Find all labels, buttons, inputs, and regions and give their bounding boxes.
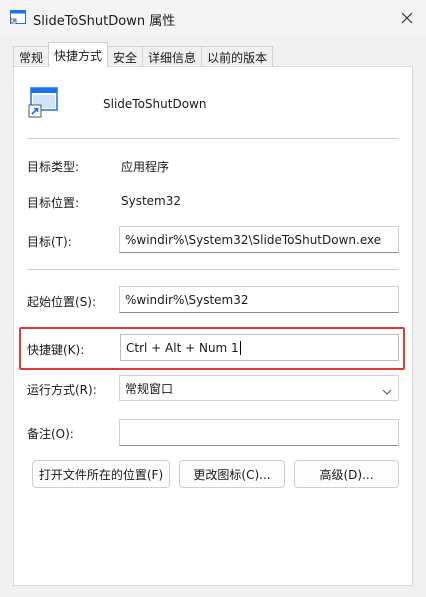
target-type-value: 应用程序 [121, 160, 170, 174]
advanced-button[interactable]: 高级(D)... [294, 460, 399, 488]
text-caret [239, 340, 241, 355]
comment-label: 备注(O): [27, 427, 74, 441]
hotkey-field-value: Ctrl + Alt + Num 1 [126, 340, 239, 355]
tab-general[interactable]: 常规 [13, 46, 50, 67]
tab-panel [13, 66, 413, 586]
tab-security[interactable]: 安全 [107, 46, 144, 67]
open-file-location-button[interactable]: 打开文件所在的位置(F) [32, 460, 170, 488]
tab-shortcut[interactable]: 快捷方式 [48, 42, 109, 67]
divider [28, 269, 398, 270]
comment-field[interactable] [119, 419, 399, 446]
tab-details[interactable]: 详细信息 [142, 46, 203, 67]
tab-strip: 常规 快捷方式 安全 详细信息 以前的版本 [13, 42, 274, 67]
close-button[interactable] [388, 0, 426, 36]
hotkey-label: 快捷键(K): [27, 343, 85, 357]
run-label: 运行方式(R): [27, 383, 97, 397]
target-type-label: 目标类型: [27, 160, 80, 174]
start-in-field-value: %windir%\System32 [125, 292, 249, 307]
app-shortcut-icon [28, 86, 60, 118]
start-in-label: 起始位置(S): [27, 295, 97, 309]
start-in-field[interactable]: %windir%\System32 [119, 286, 399, 313]
change-icon-button[interactable]: 更改图标(C)... [179, 460, 285, 488]
hotkey-field[interactable]: Ctrl + Alt + Num 1 [120, 334, 399, 361]
shortcut-window-icon [10, 10, 26, 25]
chevron-down-icon [382, 384, 392, 398]
target-label: 目标(T): [27, 235, 72, 249]
target-field[interactable]: %windir%\System32\SlideToShutDown.exe [119, 226, 399, 253]
divider [28, 138, 398, 139]
window-title: SlideToShutDown 属性 [33, 14, 176, 29]
close-icon [401, 12, 413, 24]
title-bar: SlideToShutDown 属性 [0, 0, 426, 36]
target-field-value: %windir%\System32\SlideToShutDown.exe [125, 232, 382, 247]
target-location-value: System32 [121, 194, 182, 208]
run-select-value: 常规窗口 [125, 381, 174, 396]
tab-previous-versions[interactable]: 以前的版本 [201, 46, 274, 67]
run-select[interactable]: 常规窗口 [119, 375, 399, 401]
shortcut-name: SlideToShutDown [103, 97, 207, 111]
target-location-label: 目标位置: [27, 196, 80, 210]
